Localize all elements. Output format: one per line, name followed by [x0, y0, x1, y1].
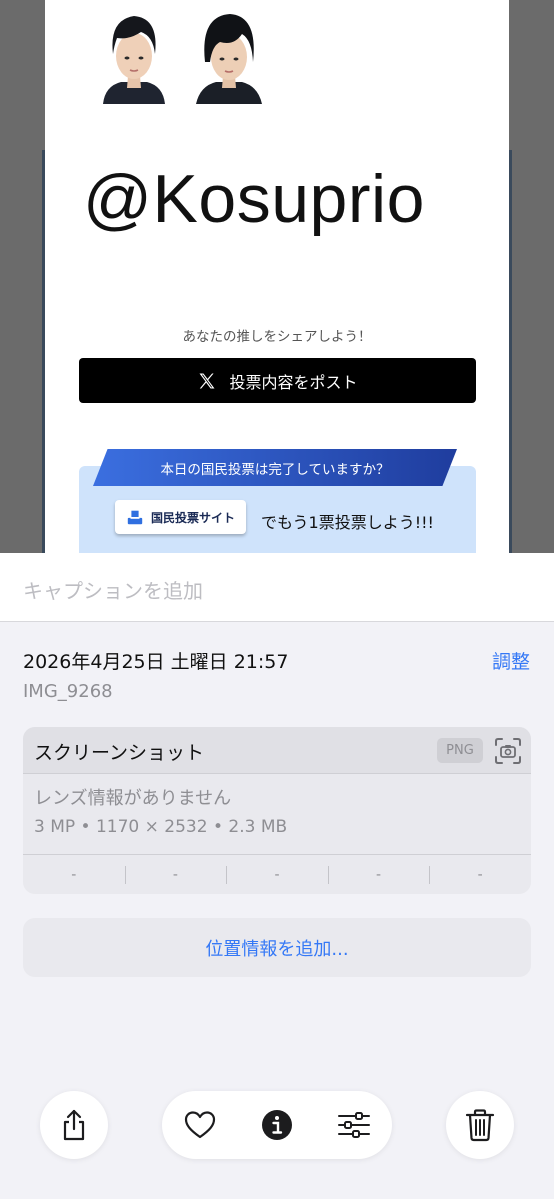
photo-datetime: 2026年4月25日 土曜日 21:57	[23, 651, 289, 673]
caption-field[interactable]: キャプションを追加	[0, 553, 554, 622]
edit-button[interactable]	[337, 1108, 371, 1142]
share-button[interactable]	[40, 1091, 108, 1159]
metadata-header: スクリーンショット PNG	[23, 727, 531, 774]
add-location-button[interactable]: 位置情報を追加...	[23, 918, 531, 977]
info-button[interactable]	[260, 1108, 294, 1142]
lens-info: レンズ情報がありません	[34, 788, 232, 809]
metadata-card: スクリーンショット PNG レンズ情報がありません 3 MP • 1170 × …	[23, 727, 531, 894]
vote-cta-text: でもう1票投票しよう!!!	[261, 513, 434, 532]
exif-iso: -	[71, 866, 77, 883]
vote-reminder-banner: 本日の国民投票は完了していますか？	[93, 449, 457, 486]
adjust-datetime-button[interactable]: 調整	[492, 647, 530, 674]
heart-icon	[184, 1111, 216, 1139]
x-logo-icon	[199, 373, 215, 388]
exif-exposure: -	[226, 865, 328, 884]
ballot-box-icon	[127, 510, 143, 525]
delete-button[interactable]	[446, 1091, 514, 1159]
share-prompt: あなたの推しをシェアしよう！	[182, 329, 372, 345]
file-name: IMG_9268	[23, 681, 113, 702]
toolbar-actions	[162, 1091, 392, 1159]
exif-aperture: -	[327, 865, 430, 884]
photo-preview[interactable]: @Kosuprio あなたの推しをシェアしよう！ 投票内容をポスト 本日の国民投…	[0, 0, 554, 553]
screenshot-icon	[495, 738, 521, 764]
vote-site-label: 国民投票サイト	[150, 510, 235, 525]
post-vote-label: 投票内容をポスト	[229, 372, 358, 392]
image-specs: 3 MP • 1170 × 2532 • 2.3 MB	[34, 817, 288, 837]
info-icon	[262, 1110, 292, 1140]
vote-reminder-text: 本日の国民投票は完了していますか？	[160, 461, 390, 478]
favorite-button[interactable]	[183, 1108, 217, 1142]
post-vote-button: 投票内容をポスト	[79, 358, 476, 403]
add-location-label: 位置情報を追加...	[205, 938, 349, 960]
exif-focal-length: -	[124, 865, 227, 884]
vote-site-button: 国民投票サイト	[115, 500, 246, 534]
caption-placeholder: キャプションを追加	[23, 579, 203, 603]
format-badge: PNG	[437, 738, 483, 763]
adjust-icon	[338, 1112, 370, 1138]
member-photo-1	[95, 6, 173, 104]
metadata-title: スクリーンショット	[34, 742, 205, 764]
preview-edge-right	[509, 150, 512, 553]
share-icon	[63, 1109, 85, 1141]
trash-icon	[465, 1109, 495, 1142]
exif-row: - - - - -	[23, 854, 531, 894]
member-photo-2	[190, 6, 268, 104]
exif-shutter: -	[429, 865, 531, 884]
account-handle: @Kosuprio	[83, 161, 425, 237]
